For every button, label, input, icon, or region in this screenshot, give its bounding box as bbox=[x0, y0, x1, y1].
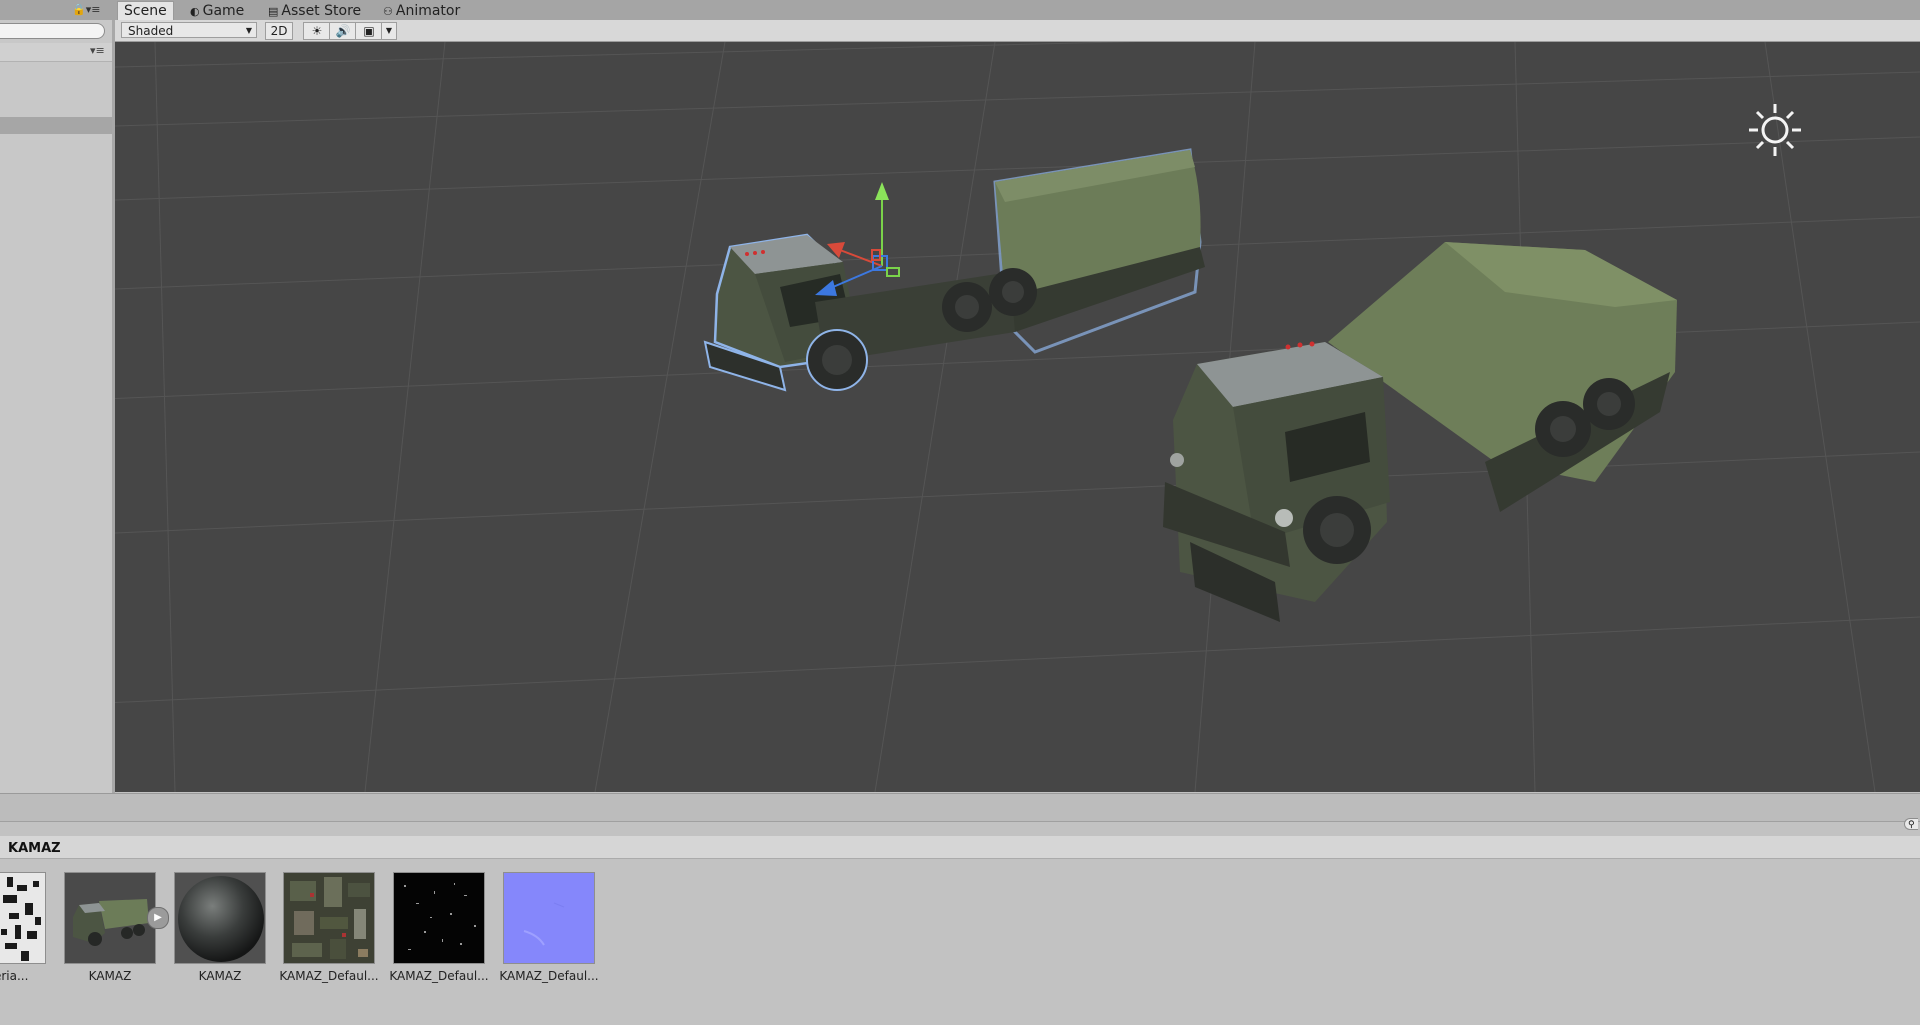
shading-mode-dropdown[interactable]: Shaded ▼ bbox=[121, 22, 257, 38]
project-search-icon[interactable]: ⚲ bbox=[1904, 818, 1918, 830]
store-bag-icon: ▤ bbox=[268, 5, 279, 18]
expand-prefab-arrow-icon[interactable]: ▶ bbox=[147, 907, 169, 929]
asset-label: KAMAZ_Defaul... bbox=[279, 969, 379, 983]
tab-game-label: Game bbox=[202, 3, 245, 19]
hierarchy-lock-menu-icons[interactable]: 🔒▾≡ bbox=[72, 3, 100, 16]
sun-icon: ☀ bbox=[311, 24, 323, 38]
scene-render bbox=[115, 42, 1920, 792]
asset-label: Materia... bbox=[0, 969, 29, 983]
asset-thumbnail-texture-diffuse[interactable] bbox=[283, 872, 375, 964]
2d-mode-button[interactable]: 2D bbox=[265, 22, 293, 40]
tab-animator-label: Animator bbox=[395, 3, 461, 19]
asset-thumbnail-texture-normal[interactable] bbox=[503, 872, 595, 964]
project-breadcrumb-bar bbox=[0, 836, 1920, 859]
asset-thumbnail-model[interactable] bbox=[64, 872, 156, 964]
breadcrumb-folder[interactable]: KAMAZ bbox=[8, 841, 61, 856]
normal-map-preview bbox=[504, 873, 594, 963]
pacman-icon: ◐ bbox=[190, 5, 200, 18]
kamaz-truck-selected[interactable] bbox=[703, 148, 1205, 392]
tab-scene-label: Scene bbox=[124, 3, 167, 19]
image-icon: ▣ bbox=[363, 24, 375, 38]
asset-label: KAMAZ bbox=[198, 969, 242, 983]
asset-label: KAMAZ_Defaul... bbox=[389, 969, 489, 983]
asset-label: KAMAZ_Defaul... bbox=[499, 969, 599, 983]
scene-toolbar: Shaded ▼ 2D ☀ 🔊 ▣ ▼ bbox=[115, 20, 1920, 42]
scene-effects-dropdown[interactable]: ▼ bbox=[381, 22, 397, 40]
asset-label: KAMAZ bbox=[88, 969, 132, 983]
hierarchy-selected-row[interactable] bbox=[0, 117, 112, 134]
asset-thumbnail-material[interactable] bbox=[0, 872, 46, 964]
tab-scene[interactable]: Scene bbox=[117, 1, 174, 20]
animator-nodes-icon: ⚇ bbox=[383, 5, 393, 18]
kamaz-truck[interactable] bbox=[1163, 242, 1677, 622]
scene-viewport[interactable] bbox=[115, 42, 1920, 792]
directional-light-icon[interactable] bbox=[1749, 104, 1801, 156]
tab-asset-store-label: Asset Store bbox=[281, 3, 362, 19]
tab-animator[interactable]: ⚇ Animator bbox=[377, 2, 466, 20]
dropdown-caret-icon: ▼ bbox=[245, 26, 252, 35]
truck-model-preview bbox=[65, 873, 155, 963]
tab-game[interactable]: ◐ Game bbox=[184, 2, 250, 20]
chevron-down-icon: ▼ bbox=[385, 26, 393, 35]
shading-mode-label: Shaded bbox=[128, 24, 174, 38]
noise-texture-preview bbox=[0, 873, 45, 963]
diffuse-texture-preview bbox=[284, 873, 374, 963]
panel-divider[interactable] bbox=[0, 793, 1920, 822]
hierarchy-search-input[interactable] bbox=[0, 23, 105, 39]
specular-texture-preview bbox=[394, 873, 484, 963]
scene-audio-toggle[interactable]: 🔊 bbox=[329, 22, 357, 40]
asset-thumbnail-texture-specular[interactable] bbox=[393, 872, 485, 964]
material-sphere-preview bbox=[175, 873, 265, 963]
tab-asset-store[interactable]: ▤ Asset Store bbox=[262, 2, 367, 20]
hierarchy-panel: ▾≡ bbox=[0, 20, 115, 793]
asset-thumbnail-material-sphere[interactable] bbox=[174, 872, 266, 964]
speaker-icon: 🔊 bbox=[335, 24, 351, 38]
scene-lighting-toggle[interactable]: ☀ bbox=[303, 22, 331, 40]
hierarchy-menu-icon[interactable]: ▾≡ bbox=[90, 44, 105, 57]
2d-mode-label: 2D bbox=[270, 24, 288, 38]
scene-effects-toggle[interactable]: ▣ bbox=[355, 22, 383, 40]
